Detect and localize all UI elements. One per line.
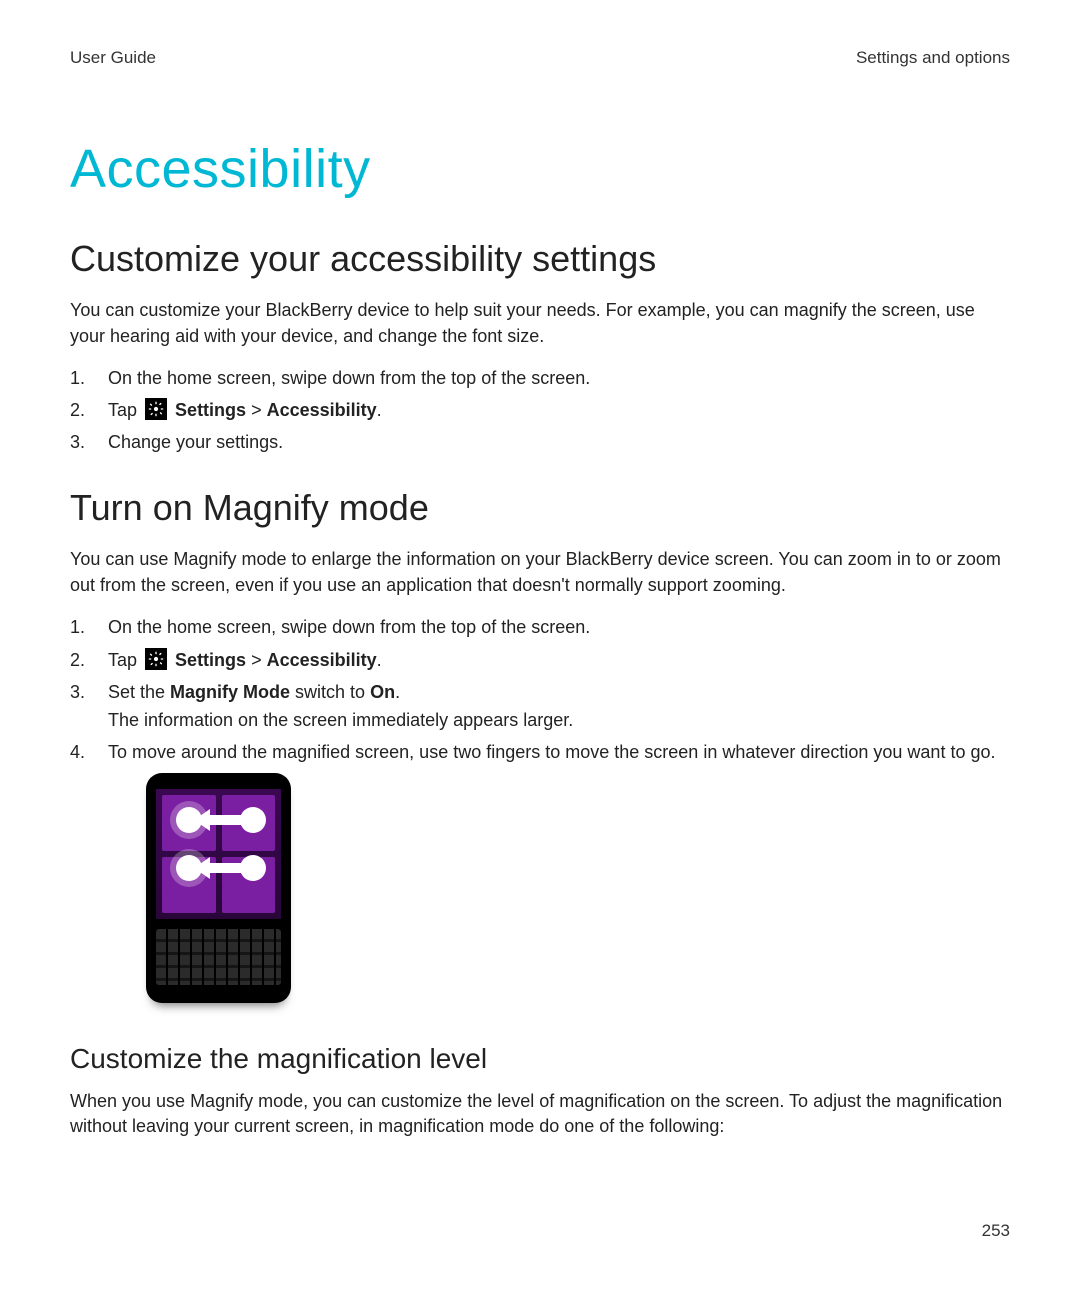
list-item: 1. On the home screen, swipe down from t… [70,614,1010,640]
step-subtext: The information on the screen immediatel… [108,707,1010,733]
page-header: User Guide Settings and options [70,48,1010,68]
phone-illustration [146,773,291,1003]
step-text: Change your settings. [108,432,283,452]
step-number: 2. [70,647,98,673]
gt-separator: > [246,650,267,670]
period: . [395,682,400,702]
step-number: 2. [70,397,98,423]
step-number: 3. [70,679,98,705]
gt-separator: > [246,400,267,420]
header-right: Settings and options [856,48,1010,68]
swipe-left-gesture-icon [176,805,266,835]
section1-steps: 1. On the home screen, swipe down from t… [70,365,1010,455]
settings-label: Settings [175,650,246,670]
step-number: 1. [70,614,98,640]
page-number: 253 [982,1221,1010,1241]
magnify-mode-label: Magnify Mode [170,682,290,702]
list-item: 3. Change your settings. [70,429,1010,455]
section-heading-turn-on-magnify: Turn on Magnify mode [70,487,1010,529]
step-text-inline: Set the Magnify Mode switch to On. [108,682,400,702]
section2-steps: 1. On the home screen, swipe down from t… [70,614,1010,1002]
period: . [377,400,382,420]
tap-settings-accessibility: Tap [108,650,382,670]
settings-label: Settings [175,400,246,420]
section-heading-customize-accessibility: Customize your accessibility settings [70,238,1010,280]
step-number: 1. [70,365,98,391]
document-page: User Guide Settings and options Accessib… [0,0,1080,1140]
step-text: To move around the magnified screen, use… [108,742,995,762]
tap-prefix: Tap [108,400,142,420]
section3-intro: When you use Magnify mode, you can custo… [70,1089,1010,1140]
header-left: User Guide [70,48,156,68]
accessibility-label: Accessibility [267,650,377,670]
step-text: On the home screen, swipe down from the … [108,617,590,637]
list-item: 3. Set the Magnify Mode switch to On. Th… [70,679,1010,733]
gear-icon [145,648,167,670]
step-text: On the home screen, swipe down from the … [108,368,590,388]
accessibility-label: Accessibility [267,400,377,420]
period: . [377,650,382,670]
swipe-left-gesture-icon [176,853,266,883]
page-title: Accessibility [70,138,1010,200]
step-number: 4. [70,739,98,765]
tap-settings-accessibility: Tap [108,400,382,420]
list-item: 4. To move around the magnified screen, … [70,739,1010,1003]
tap-prefix: Tap [108,650,142,670]
on-label: On [370,682,395,702]
list-item: 2. Tap [70,397,1010,423]
s3-mid: switch to [290,682,370,702]
step-number: 3. [70,429,98,455]
phone-keyboard [156,929,281,985]
list-item: 2. Tap [70,647,1010,673]
list-item: 1. On the home screen, swipe down from t… [70,365,1010,391]
subsection-heading-customize-magnification: Customize the magnification level [70,1043,1010,1075]
magnify-gesture-figure [146,773,1010,1003]
section2-intro: You can use Magnify mode to enlarge the … [70,547,1010,598]
gear-icon [145,398,167,420]
s3-pre: Set the [108,682,170,702]
section1-intro: You can customize your BlackBerry device… [70,298,1010,349]
